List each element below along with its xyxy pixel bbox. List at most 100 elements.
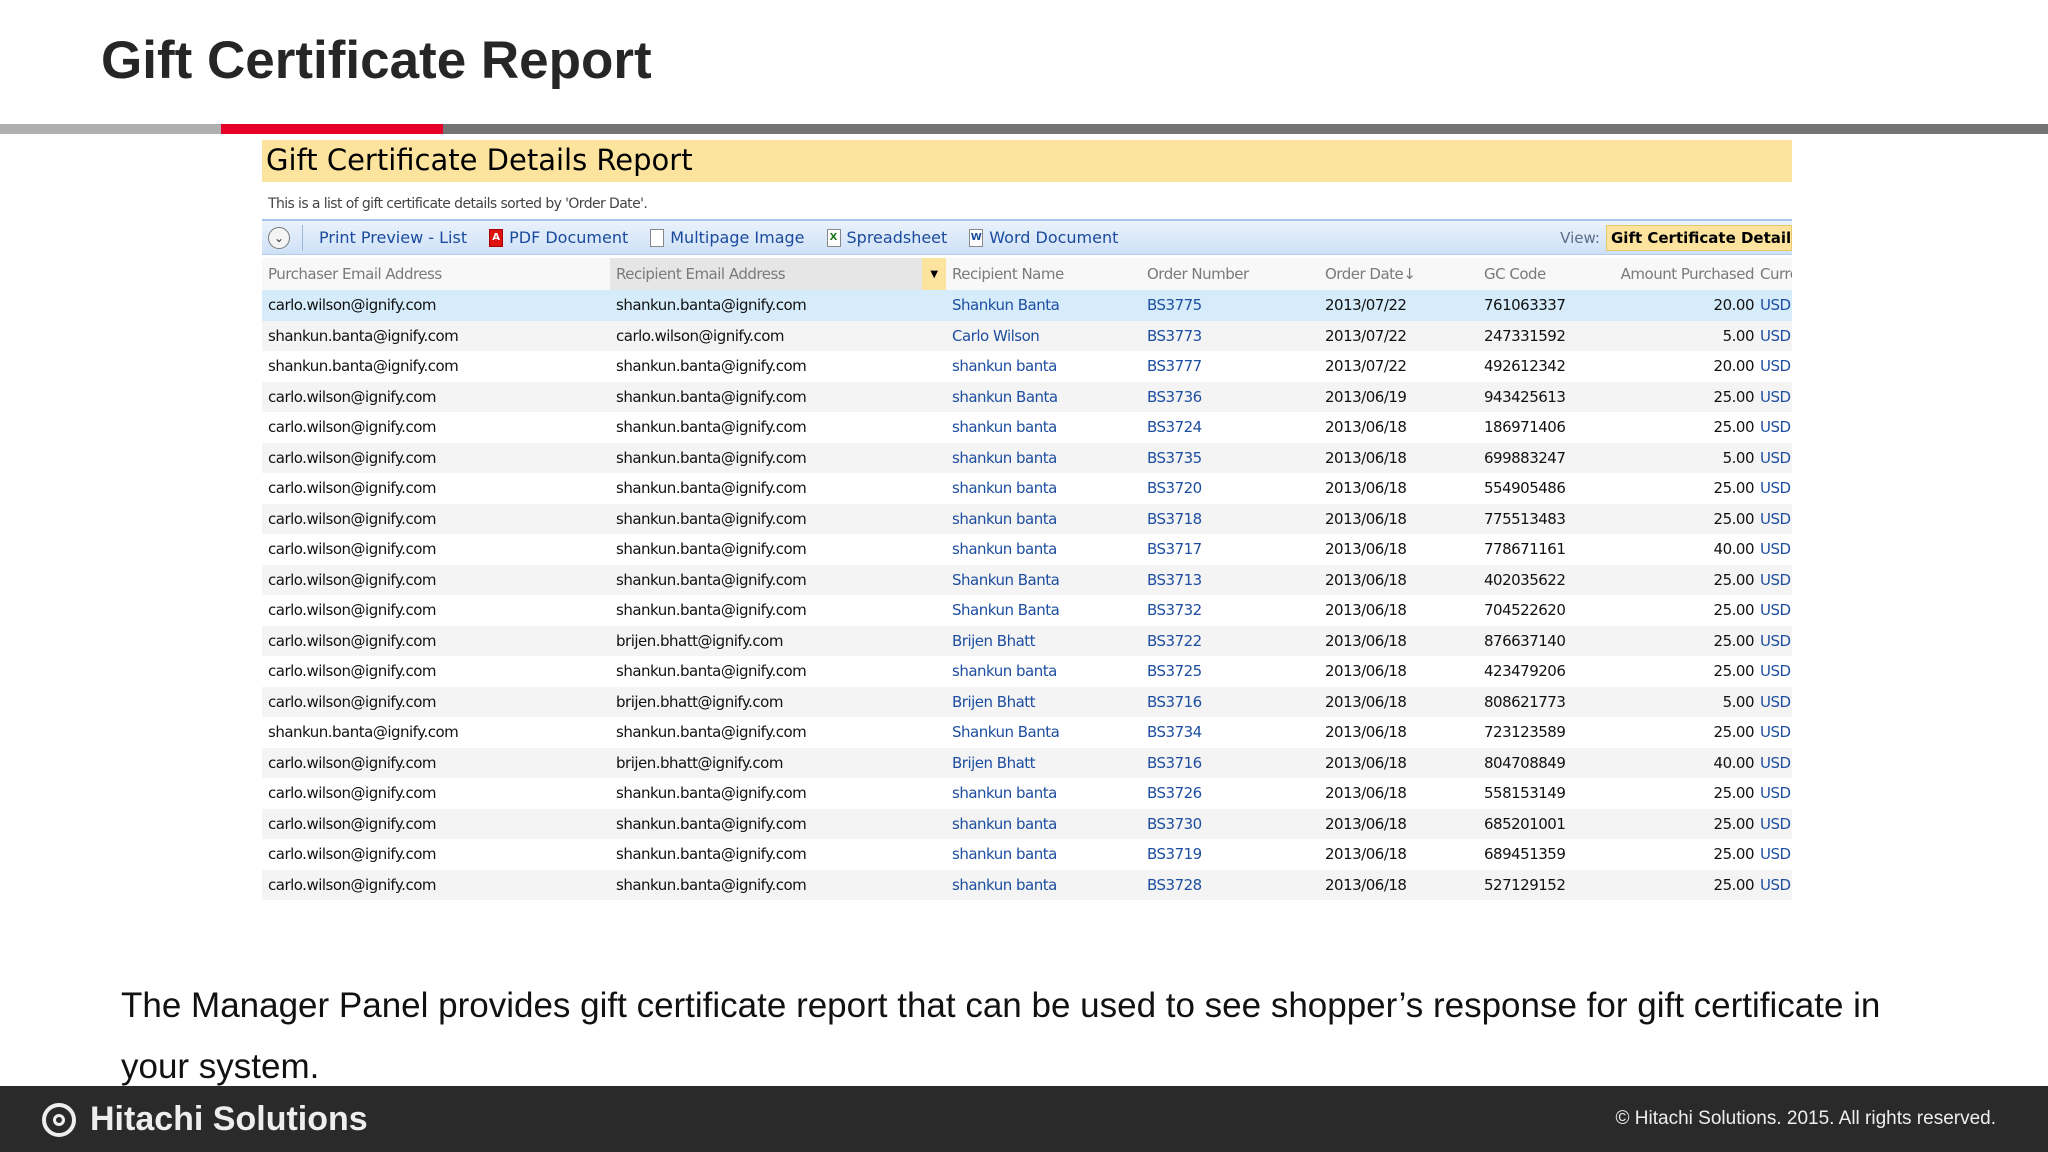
- recipient-name-cell[interactable]: Shankun Banta: [946, 595, 1141, 626]
- pdf-export-button[interactable]: A PDF Document: [489, 228, 628, 247]
- currency-cell: USD: [1760, 723, 1791, 742]
- order-number-cell[interactable]: BS3773: [1141, 320, 1319, 351]
- column-header[interactable]: Purchaser Email Address: [262, 258, 610, 290]
- table-row[interactable]: shankun.banta@ignify.com carlo.wilson@ign…: [262, 320, 1792, 351]
- word-document-button[interactable]: W Word Document: [969, 228, 1118, 247]
- recipient-name-cell[interactable]: Brijen Bhatt: [946, 686, 1141, 717]
- recipient-email-cell: shankun.banta@ignify.com: [610, 564, 946, 595]
- table-row[interactable]: carlo.wilson@ignify.com shankun.banta@ign…: [262, 381, 1792, 412]
- recipient-email-cell: shankun.banta@ignify.com: [616, 357, 807, 376]
- recipient-name-cell[interactable]: shankun banta: [946, 442, 1141, 473]
- recipient-name-cell[interactable]: shankun banta: [946, 656, 1141, 687]
- table-row[interactable]: carlo.wilson@ignify.com shankun.banta@ign…: [262, 808, 1792, 839]
- table-row[interactable]: carlo.wilson@ignify.com shankun.banta@ign…: [262, 290, 1792, 321]
- spreadsheet-button[interactable]: X Spreadsheet: [826, 228, 947, 247]
- purchaser-email-cell: shankun.banta@ignify.com: [262, 320, 610, 351]
- recipient-name-cell[interactable]: shankun banta: [946, 869, 1141, 900]
- recipient-email-cell: shankun.banta@ignify.com: [616, 601, 807, 620]
- column-header[interactable]: Amount Purchased: [1578, 258, 1758, 290]
- gc-code-cell: 699883247: [1478, 442, 1578, 473]
- table-row[interactable]: carlo.wilson@ignify.com shankun.banta@ign…: [262, 412, 1792, 443]
- order-date-cell: 2013/06/18: [1319, 869, 1478, 900]
- gc-code-cell: 943425613: [1478, 381, 1578, 412]
- recipient-name-cell[interactable]: shankun banta: [946, 503, 1141, 534]
- purchaser-email-cell: carlo.wilson@ignify.com: [262, 290, 610, 321]
- amount-cell: 20.00: [1578, 290, 1758, 321]
- order-number-cell[interactable]: BS3716: [1141, 747, 1319, 778]
- recipient-email-cell: brijen.bhatt@ignify.com: [610, 625, 946, 656]
- table-row[interactable]: carlo.wilson@ignify.com brijen.bhatt@igni…: [262, 625, 1792, 656]
- recipient-name-cell[interactable]: shankun banta: [946, 534, 1141, 565]
- amount-cell: 5.00: [1578, 320, 1758, 351]
- amount-cell: 25.00: [1578, 503, 1758, 534]
- table-row[interactable]: carlo.wilson@ignify.com shankun.banta@ign…: [262, 473, 1792, 504]
- column-header[interactable]: Recipient Email Address: [610, 258, 922, 290]
- order-number-cell[interactable]: BS3775: [1141, 290, 1319, 321]
- table-row[interactable]: carlo.wilson@ignify.com shankun.banta@ign…: [262, 442, 1792, 473]
- order-number-cell[interactable]: BS3730: [1141, 808, 1319, 839]
- currency-cell: USD: [1758, 625, 1792, 656]
- order-number-cell[interactable]: BS3716: [1141, 686, 1319, 717]
- amount-cell: 25.00: [1713, 723, 1755, 742]
- recipient-name-cell[interactable]: Carlo Wilson: [946, 320, 1141, 351]
- order-number-cell[interactable]: BS3717: [1141, 534, 1319, 565]
- table-row[interactable]: shankun.banta@ignify.com shankun.banta@ig…: [262, 717, 1792, 748]
- recipient-name-cell[interactable]: Brijen Bhatt: [946, 625, 1141, 656]
- purchaser-email-cell: carlo.wilson@ignify.com: [262, 869, 610, 900]
- multipage-image-button[interactable]: Multipage Image: [650, 228, 805, 247]
- recipient-name-cell[interactable]: Shankun Banta: [946, 564, 1141, 595]
- order-number-cell[interactable]: BS3735: [1141, 442, 1319, 473]
- column-dropdown-icon[interactable]: ▼: [922, 258, 946, 290]
- recipient-name-cell[interactable]: shankun banta: [946, 778, 1141, 809]
- order-number-cell[interactable]: BS3718: [1141, 503, 1319, 534]
- column-header[interactable]: GC Code: [1478, 258, 1578, 290]
- currency-cell: USD: [1760, 845, 1791, 864]
- recipient-name-cell[interactable]: Shankun Banta: [946, 717, 1141, 748]
- recipient-name-cell[interactable]: shankun banta: [946, 473, 1141, 504]
- table-row[interactable]: carlo.wilson@ignify.com brijen.bhatt@igni…: [262, 686, 1792, 717]
- recipient-name-cell[interactable]: shankun banta: [946, 351, 1141, 382]
- recipient-name-cell[interactable]: Shankun Banta: [946, 290, 1141, 321]
- table-row[interactable]: carlo.wilson@ignify.com shankun.banta@ign…: [262, 595, 1792, 626]
- order-number-cell[interactable]: BS3728: [1141, 869, 1319, 900]
- recipient-name-cell[interactable]: shankun banta: [946, 412, 1141, 443]
- table-row[interactable]: carlo.wilson@ignify.com shankun.banta@ign…: [262, 656, 1792, 687]
- recipient-name-cell[interactable]: shankun banta: [946, 808, 1141, 839]
- order-number-cell[interactable]: BS3724: [1141, 412, 1319, 443]
- column-header[interactable]: Order Number: [1141, 258, 1319, 290]
- gc-code-cell: 527129152: [1478, 869, 1578, 900]
- body-text: The Manager Panel provides gift certific…: [121, 986, 1881, 1086]
- order-number-cell[interactable]: BS3719: [1141, 839, 1319, 870]
- column-header[interactable]: Currency: [1758, 258, 1792, 290]
- hitachi-logo: Hitachi Solutions: [42, 1100, 368, 1139]
- recipient-name-cell[interactable]: Brijen Bhatt: [946, 747, 1141, 778]
- table-row[interactable]: carlo.wilson@ignify.com brijen.bhatt@igni…: [262, 747, 1792, 778]
- recipient-name-cell[interactable]: shankun Banta: [946, 381, 1141, 412]
- order-number-cell[interactable]: BS3734: [1141, 717, 1319, 748]
- table-row[interactable]: shankun.banta@ignify.com shankun.banta@ig…: [262, 351, 1792, 382]
- order-number-cell[interactable]: BS3713: [1141, 564, 1319, 595]
- order-number-cell[interactable]: BS3736: [1141, 381, 1319, 412]
- currency-cell: USD: [1758, 686, 1792, 717]
- column-header[interactable]: Order Date↓: [1319, 258, 1478, 290]
- table-row[interactable]: carlo.wilson@ignify.com shankun.banta@ign…: [262, 778, 1792, 809]
- purchaser-email-cell: carlo.wilson@ignify.com: [262, 808, 610, 839]
- collapse-chevron-icon[interactable]: ⌄: [268, 226, 290, 249]
- gc-code-cell: 723123589: [1484, 723, 1566, 742]
- report-title: Gift Certificate Details Report: [262, 140, 1792, 182]
- recipient-name-cell[interactable]: shankun banta: [946, 839, 1141, 870]
- order-number-cell[interactable]: BS3725: [1141, 656, 1319, 687]
- column-header[interactable]: Recipient Name: [946, 258, 1141, 290]
- table-row[interactable]: carlo.wilson@ignify.com shankun.banta@ign…: [262, 503, 1792, 534]
- order-number-cell[interactable]: BS3722: [1141, 625, 1319, 656]
- order-number-cell[interactable]: BS3726: [1141, 778, 1319, 809]
- table-row[interactable]: carlo.wilson@ignify.com shankun.banta@ign…: [262, 564, 1792, 595]
- view-dropdown[interactable]: Gift Certificate Details: [1606, 224, 1792, 251]
- order-number-cell[interactable]: BS3732: [1141, 595, 1319, 626]
- order-number-cell[interactable]: BS3720: [1141, 473, 1319, 504]
- order-number-cell[interactable]: BS3777: [1141, 351, 1319, 382]
- table-row[interactable]: carlo.wilson@ignify.com shankun.banta@ign…: [262, 839, 1792, 870]
- print-preview-button[interactable]: Print Preview - List: [319, 228, 467, 247]
- table-row[interactable]: carlo.wilson@ignify.com shankun.banta@ign…: [262, 869, 1792, 900]
- table-row[interactable]: carlo.wilson@ignify.com shankun.banta@ign…: [262, 534, 1792, 565]
